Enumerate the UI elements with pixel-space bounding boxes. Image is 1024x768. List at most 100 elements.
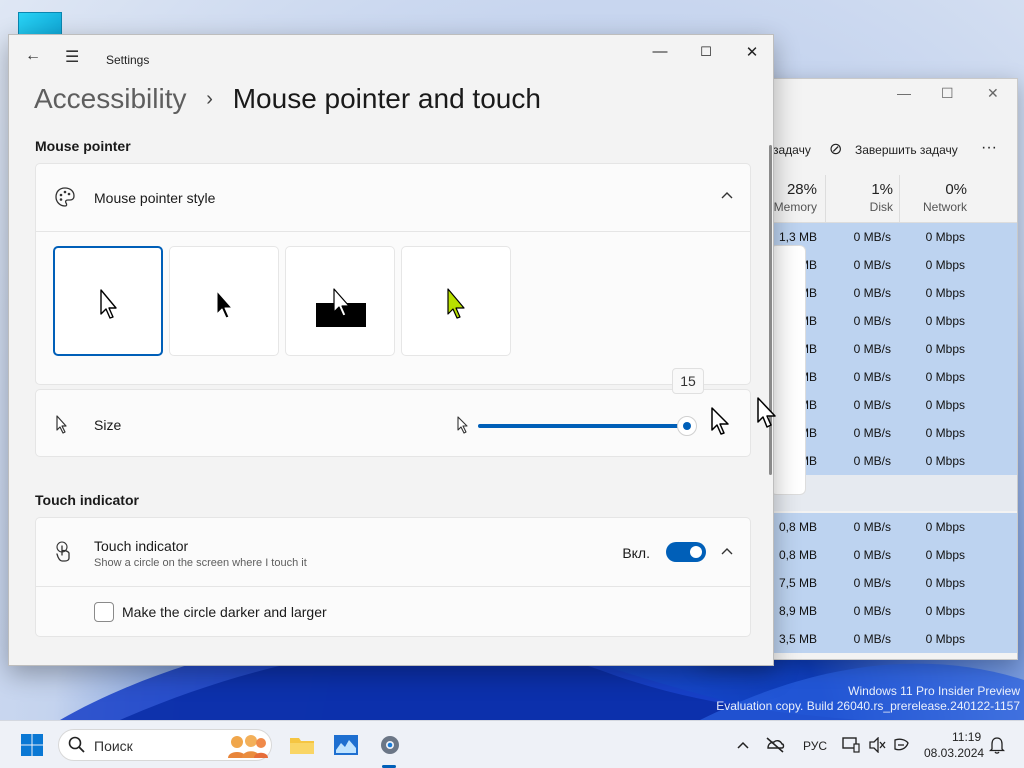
watermark-line2: Evaluation copy. Build 26040.rs_prerelea… — [716, 699, 1020, 713]
end-task-icon: ⊘ — [829, 141, 843, 158]
network-cell: 0 Mbps — [925, 604, 965, 618]
network-percent: 0% — [945, 181, 967, 198]
settings-titlebar: ← ☰ Settings — ☐ ✕ — [9, 35, 773, 81]
network-cell: 0 Mbps — [925, 286, 965, 300]
pointer-style-inverted[interactable] — [285, 246, 395, 356]
end-task-button[interactable]: Завершить задачу — [855, 143, 958, 157]
settings-window[interactable]: ← ☰ Settings — ☐ ✕ Accessibility › Mouse… — [8, 34, 774, 666]
run-task-button[interactable]: задачу — [773, 143, 811, 157]
taskbar: Поиск РУС 11:19 08.03.2024 — [0, 720, 1024, 768]
disk-cell: 0 MB/s — [853, 314, 891, 328]
small-cursor-icon — [456, 416, 468, 439]
start-button[interactable] — [14, 721, 50, 768]
chevron-up-icon — [737, 741, 749, 749]
language-indicator[interactable]: РУС — [803, 739, 827, 753]
pointer-style-white[interactable] — [53, 246, 163, 356]
file-explorer-button[interactable] — [284, 721, 320, 768]
disk-cell: 0 MB/s — [853, 548, 891, 562]
close-icon[interactable]: ✕ — [737, 43, 767, 61]
taskbar-search[interactable]: Поиск — [58, 729, 272, 761]
display-button[interactable] — [840, 721, 862, 768]
disk-cell: 0 MB/s — [853, 576, 891, 590]
disk-cell: 0 MB/s — [853, 398, 891, 412]
close-icon[interactable]: ✕ — [987, 85, 999, 102]
settings-taskbar-button[interactable] — [372, 721, 408, 768]
minimize-icon[interactable]: — — [645, 43, 675, 60]
watermark: Windows 11 Pro Insider Preview Evaluatio… — [716, 684, 1020, 714]
section-title-touch-indicator: Touch indicator — [35, 492, 139, 508]
breadcrumb-separator-icon: › — [206, 88, 213, 110]
minimize-icon[interactable]: — — [897, 85, 911, 101]
touch-indicator-toggle[interactable] — [666, 542, 706, 562]
maximize-icon[interactable]: ☐ — [941, 85, 954, 102]
network-cell: 0 Mbps — [925, 632, 965, 646]
windows-logo-icon — [21, 734, 43, 756]
network-column-header[interactable]: 0% Network — [899, 175, 973, 223]
volume-button[interactable] — [866, 721, 888, 768]
pointer-style-black[interactable] — [169, 246, 279, 356]
chevron-up-icon[interactable] — [720, 188, 734, 205]
network-status-button[interactable] — [762, 721, 788, 768]
app-title: Settings — [106, 53, 150, 67]
size-card: Size 15 — [35, 368, 751, 457]
clock-time[interactable]: 11:19 — [952, 730, 981, 744]
mouse-pointer-style-card: Mouse pointer style — [35, 163, 751, 385]
disk-cell: 0 MB/s — [853, 520, 891, 534]
white-cursor-icon — [100, 289, 117, 319]
network-cell: 0 Mbps — [925, 342, 965, 356]
task-manager-button[interactable] — [328, 721, 364, 768]
pointer-size-icon — [54, 414, 70, 439]
show-hidden-icons-button[interactable] — [732, 721, 754, 768]
gear-icon — [381, 736, 399, 754]
notifications-button[interactable] — [986, 721, 1008, 768]
mouse-cursor-icon — [757, 397, 776, 428]
disk-cell: 0 MB/s — [853, 632, 891, 646]
disk-cell: 0 MB/s — [853, 258, 891, 272]
more-options-icon[interactable]: ··· — [981, 139, 997, 157]
watermark-line1: Windows 11 Pro Insider Preview — [848, 684, 1020, 698]
disk-column-header[interactable]: 1% Disk — [825, 175, 899, 223]
darker-circle-label: Make the circle darker and larger — [122, 604, 327, 620]
custom-color-cursor-icon — [447, 288, 465, 319]
task-manager-icon — [334, 735, 358, 755]
network-cell: 0 Mbps — [925, 370, 965, 384]
breadcrumb-parent[interactable]: Accessibility — [34, 83, 186, 114]
hamburger-menu-icon[interactable]: ☰ — [65, 47, 79, 67]
monitor-icon — [842, 737, 860, 753]
battery-icon — [894, 738, 909, 751]
disk-cell: 0 MB/s — [853, 454, 891, 468]
page-title: Mouse pointer and touch — [232, 83, 541, 114]
darker-circle-checkbox[interactable] — [94, 602, 114, 622]
popup-panel — [770, 245, 806, 495]
network-cell: 0 Mbps — [925, 426, 965, 440]
memory-cell: 1,3 MB — [778, 230, 817, 244]
network-cell: 0 Mbps — [925, 576, 965, 590]
disk-cell: 0 MB/s — [853, 342, 891, 356]
clock-date[interactable]: 08.03.2024 — [924, 746, 984, 760]
memory-cell: 3,5 MB — [778, 632, 817, 646]
divider — [36, 231, 750, 232]
maximize-icon[interactable]: ☐ — [691, 44, 721, 60]
size-slider-track[interactable] — [478, 424, 684, 428]
pointer-style-custom[interactable] — [401, 246, 511, 356]
breadcrumb: Accessibility › Mouse pointer and touch — [34, 83, 541, 115]
size-slider-thumb[interactable] — [677, 416, 697, 436]
battery-button[interactable] — [890, 721, 912, 768]
touch-hand-icon — [54, 540, 74, 567]
speaker-muted-icon — [869, 737, 886, 753]
black-cursor-icon — [216, 290, 233, 319]
folder-icon — [290, 738, 314, 754]
network-cell: 0 Mbps — [925, 230, 965, 244]
touch-indicator-header[interactable]: Touch indicator Show a circle on the scr… — [36, 518, 750, 586]
chevron-up-icon[interactable] — [720, 544, 734, 561]
bell-icon — [989, 737, 1005, 754]
mouse-pointer-style-header[interactable]: Mouse pointer style — [36, 164, 750, 230]
memory-cell: 7,5 MB — [778, 576, 817, 590]
touch-indicator-description: Show a circle on the screen where I touc… — [94, 557, 307, 569]
back-arrow-icon[interactable]: ← — [25, 47, 41, 65]
network-cell: 0 Mbps — [925, 258, 965, 272]
section-title-mouse-pointer: Mouse pointer — [35, 138, 131, 154]
network-cell: 0 Mbps — [925, 454, 965, 468]
memory-cell: 8,9 MB — [778, 604, 817, 618]
disk-label: Disk — [869, 200, 893, 214]
